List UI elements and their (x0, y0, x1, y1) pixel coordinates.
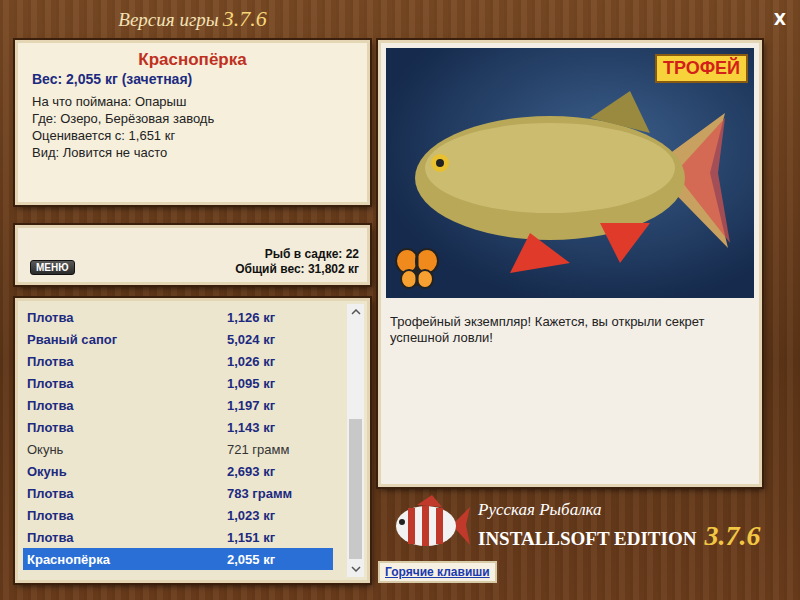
fish-detail: Оценивается с: 1,651 кг (32, 127, 353, 144)
catch-name: Окунь (27, 464, 227, 479)
catch-row[interactable]: Плотва 1,023 кг (23, 504, 333, 526)
catch-name: Плотва (27, 508, 227, 523)
fish-weight: Вес: 2,055 кг (зачетная) (32, 71, 353, 88)
logo-version: 3.7.6 (704, 520, 760, 552)
catch-row[interactable]: Плотва 1,026 кг (23, 350, 333, 372)
catch-row[interactable]: Плотва 1,151 кг (23, 526, 333, 548)
catch-weight: 5,024 кг (227, 332, 275, 347)
catch-row[interactable]: Плотва 783 грамм (23, 482, 333, 504)
scroll-down-button[interactable] (347, 561, 364, 577)
window-title: Версия игры 3.7.6 (15, 6, 370, 32)
catch-row[interactable]: Плотва 1,126 кг (23, 306, 333, 328)
catch-name: Плотва (27, 486, 227, 501)
fish-photo: ТРОФЕЙ (386, 48, 754, 298)
catch-row[interactable]: Окунь 721 грамм (23, 438, 333, 460)
catch-name: Плотва (27, 310, 227, 325)
fish-info-window: Версия игры 3.7.6 X Краснопёрка Вес: 2,0… (0, 0, 800, 600)
keepnet-count: Рыб в садке: 22 (235, 247, 359, 262)
fish-detail: Где: Озеро, Берёзовая заводь (32, 110, 353, 127)
catch-name: Плотва (27, 376, 227, 391)
catch-weight: 1,151 кг (227, 530, 275, 545)
catch-list: Плотва 1,126 кгРваный сапог 5,024 кгПлот… (15, 298, 370, 583)
fish-detail: Вид: Ловится не часто (32, 144, 353, 161)
fish-info-panel: Краснопёрка Вес: 2,055 кг (зачетная) На … (15, 40, 370, 205)
fish-view-panel: ТРОФЕЙ Трофейный экземпляр! Кажется, вы … (378, 40, 762, 487)
catch-row[interactable]: Плотва 1,095 кг (23, 372, 333, 394)
catch-weight: 1,143 кг (227, 420, 275, 435)
keepnet-panel: МЕНЮ Рыб в садке: 22 Общий вес: 31,802 к… (15, 225, 370, 285)
arrow-up-icon (351, 309, 361, 315)
scrollbar[interactable] (347, 304, 364, 577)
catch-weight: 2,693 кг (227, 464, 275, 479)
catch-weight: 2,055 кг (227, 552, 275, 567)
game-logo: Русская Рыбалка INSTALLSOFT EDITION 3.7.… (378, 493, 762, 559)
catch-name: Плотва (27, 530, 227, 545)
catch-name: Краснопёрка (27, 552, 227, 567)
catch-row[interactable]: Рваный сапог 5,024 кг (23, 328, 333, 350)
catch-row[interactable]: Окунь 2,693 кг (23, 460, 333, 482)
catch-name: Плотва (27, 354, 227, 369)
menu-button[interactable]: МЕНЮ (30, 260, 75, 275)
catch-row[interactable]: Краснопёрка 2,055 кг (23, 548, 333, 570)
catch-weight: 1,197 кг (227, 398, 275, 413)
catch-message: Трофейный экземпляр! Кажется, вы открыли… (386, 298, 754, 350)
catch-weight: 1,095 кг (227, 376, 275, 391)
fish-icon (400, 73, 740, 273)
logo-fish-icon (392, 495, 472, 557)
title-bar: Версия игры 3.7.6 X (0, 0, 800, 38)
catch-row[interactable]: Плотва 1,143 кг (23, 416, 333, 438)
catch-weight: 1,126 кг (227, 310, 275, 325)
title-version: 3.7.6 (223, 6, 267, 31)
catch-name: Плотва (27, 420, 227, 435)
scroll-up-button[interactable] (347, 304, 364, 320)
fish-detail: На что поймана: Опарыш (32, 93, 353, 110)
logo-edition: INSTALLSOFT EDITION (478, 528, 696, 550)
logo-title: Русская Рыбалка (478, 500, 760, 520)
fish-name: Краснопёрка (32, 49, 353, 71)
keepnet-total: Общий вес: 31,802 кг (235, 262, 359, 277)
hotkeys-button[interactable]: Горячие клавиши (378, 561, 497, 583)
trophy-badge: ТРОФЕЙ (655, 54, 748, 83)
catch-name: Окунь (27, 442, 227, 457)
close-button[interactable]: X (768, 8, 792, 31)
catch-weight: 1,026 кг (227, 354, 275, 369)
arrow-down-icon (351, 566, 361, 572)
scroll-thumb[interactable] (349, 419, 362, 559)
catch-name: Рваный сапог (27, 332, 227, 347)
catch-name: Плотва (27, 398, 227, 413)
catch-weight: 721 грамм (227, 442, 289, 457)
catch-weight: 783 грамм (227, 486, 292, 501)
catch-row[interactable]: Плотва 1,197 кг (23, 394, 333, 416)
catch-weight: 1,023 кг (227, 508, 275, 523)
butterfly-icon (394, 246, 440, 292)
